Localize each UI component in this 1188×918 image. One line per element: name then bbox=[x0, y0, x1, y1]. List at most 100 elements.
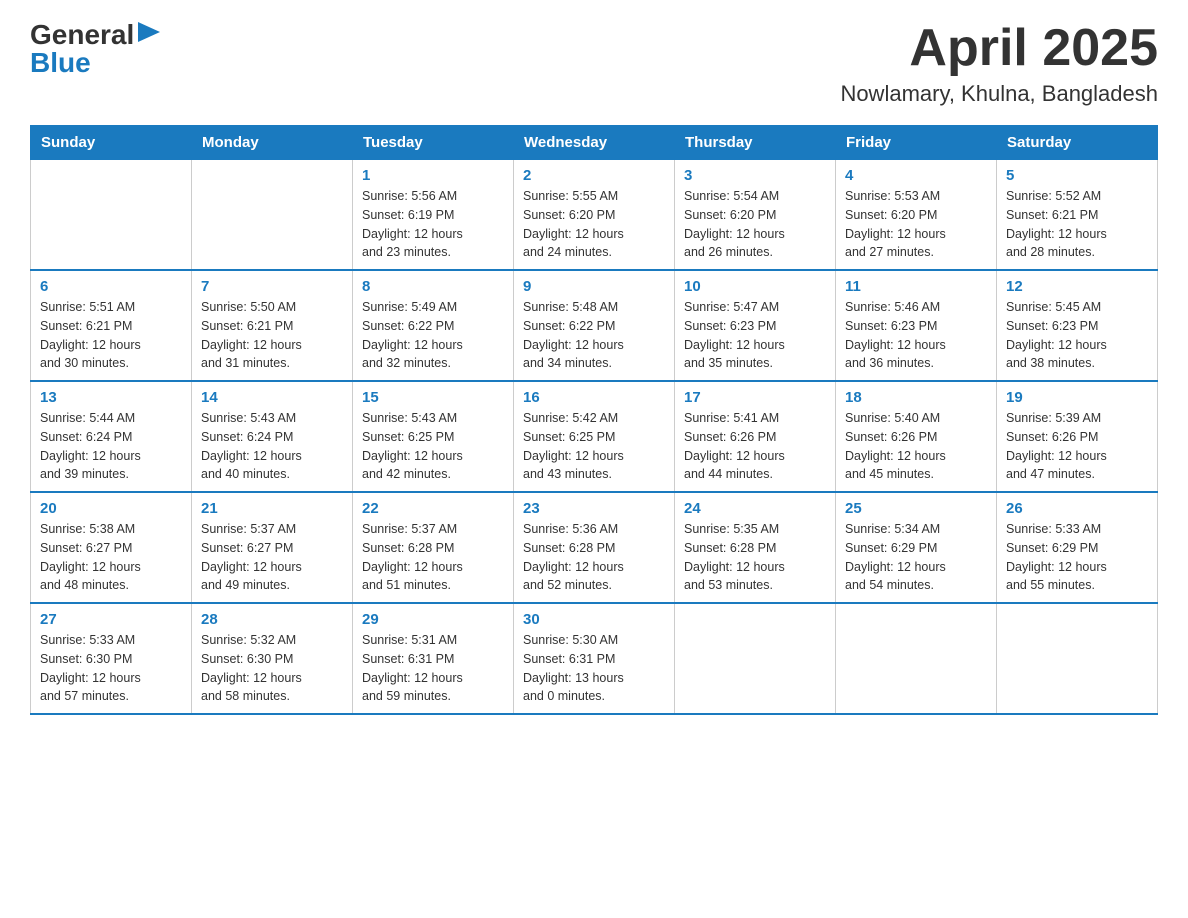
calendar-day-cell: 18 Sunrise: 5:40 AM Sunset: 6:26 PM Dayli… bbox=[836, 381, 997, 492]
day-info: Sunrise: 5:41 AM Sunset: 6:26 PM Dayligh… bbox=[684, 409, 826, 484]
day-info: Sunrise: 5:42 AM Sunset: 6:25 PM Dayligh… bbox=[523, 409, 665, 484]
day-number: 11 bbox=[845, 278, 987, 295]
calendar-day-cell bbox=[31, 160, 192, 271]
day-info: Sunrise: 5:35 AM Sunset: 6:28 PM Dayligh… bbox=[684, 520, 826, 595]
logo-triangle-icon bbox=[138, 22, 160, 44]
day-info: Sunrise: 5:47 AM Sunset: 6:23 PM Dayligh… bbox=[684, 298, 826, 373]
day-info: Sunrise: 5:37 AM Sunset: 6:27 PM Dayligh… bbox=[201, 520, 343, 595]
calendar-day-cell: 9Sunrise: 5:48 AM Sunset: 6:22 PM Daylig… bbox=[514, 270, 675, 381]
day-info: Sunrise: 5:38 AM Sunset: 6:27 PM Dayligh… bbox=[40, 520, 182, 595]
day-number: 12 bbox=[1006, 278, 1148, 295]
calendar-day-cell: 27 Sunrise: 5:33 AM Sunset: 6:30 PM Dayli… bbox=[31, 603, 192, 714]
calendar-day-cell bbox=[997, 603, 1158, 714]
day-info: Sunrise: 5:40 AM Sunset: 6:26 PM Dayligh… bbox=[845, 409, 987, 484]
day-info: Sunrise: 5:44 AM Sunset: 6:24 PM Dayligh… bbox=[40, 409, 182, 484]
month-title: April 2025 bbox=[840, 20, 1158, 77]
weekday-header: Friday bbox=[836, 126, 997, 160]
day-info: Sunrise: 5:55 AM Sunset: 6:20 PM Dayligh… bbox=[523, 187, 665, 262]
day-number: 10 bbox=[684, 278, 826, 295]
calendar-day-cell: 26 Sunrise: 5:33 AM Sunset: 6:29 PM Dayli… bbox=[997, 492, 1158, 603]
day-info: Sunrise: 5:39 AM Sunset: 6:26 PM Dayligh… bbox=[1006, 409, 1148, 484]
day-number: 8 bbox=[362, 278, 504, 295]
calendar-day-cell: 28 Sunrise: 5:32 AM Sunset: 6:30 PM Dayli… bbox=[192, 603, 353, 714]
day-number: 15 bbox=[362, 389, 504, 406]
day-number: 24 bbox=[684, 500, 826, 517]
calendar-day-cell: 2 Sunrise: 5:55 AM Sunset: 6:20 PM Daylig… bbox=[514, 160, 675, 271]
day-number: 18 bbox=[845, 389, 987, 406]
calendar-day-cell: 10 Sunrise: 5:47 AM Sunset: 6:23 PM Dayli… bbox=[675, 270, 836, 381]
calendar-day-cell: 1 Sunrise: 5:56 AM Sunset: 6:19 PM Daylig… bbox=[353, 160, 514, 271]
weekday-header: Saturday bbox=[997, 126, 1158, 160]
day-info: Sunrise: 5:48 AM Sunset: 6:22 PM Dayligh… bbox=[523, 298, 665, 373]
calendar-day-cell bbox=[675, 603, 836, 714]
day-number: 16 bbox=[523, 389, 665, 406]
day-number: 20 bbox=[40, 500, 182, 517]
calendar-day-cell: 6 Sunrise: 5:51 AM Sunset: 6:21 PM Daylig… bbox=[31, 270, 192, 381]
calendar-day-cell bbox=[836, 603, 997, 714]
weekday-header: Sunday bbox=[31, 126, 192, 160]
day-info: Sunrise: 5:49 AM Sunset: 6:22 PM Dayligh… bbox=[362, 298, 504, 373]
day-info: Sunrise: 5:33 AM Sunset: 6:29 PM Dayligh… bbox=[1006, 520, 1148, 595]
day-info: Sunrise: 5:50 AM Sunset: 6:21 PM Dayligh… bbox=[201, 298, 343, 373]
calendar-day-cell: 12 Sunrise: 5:45 AM Sunset: 6:23 PM Dayli… bbox=[997, 270, 1158, 381]
day-number: 28 bbox=[201, 611, 343, 628]
weekday-header: Tuesday bbox=[353, 126, 514, 160]
day-number: 27 bbox=[40, 611, 182, 628]
day-info: Sunrise: 5:31 AM Sunset: 6:31 PM Dayligh… bbox=[362, 631, 504, 706]
weekday-header: Wednesday bbox=[514, 126, 675, 160]
calendar-table: SundayMondayTuesdayWednesdayThursdayFrid… bbox=[30, 125, 1158, 715]
day-number: 25 bbox=[845, 500, 987, 517]
day-number: 26 bbox=[1006, 500, 1148, 517]
day-number: 6 bbox=[40, 278, 182, 295]
calendar-day-cell bbox=[192, 160, 353, 271]
day-info: Sunrise: 5:37 AM Sunset: 6:28 PM Dayligh… bbox=[362, 520, 504, 595]
day-info: Sunrise: 5:43 AM Sunset: 6:25 PM Dayligh… bbox=[362, 409, 504, 484]
calendar-day-cell: 21 Sunrise: 5:37 AM Sunset: 6:27 PM Dayli… bbox=[192, 492, 353, 603]
calendar-day-cell: 3Sunrise: 5:54 AM Sunset: 6:20 PM Daylig… bbox=[675, 160, 836, 271]
calendar-week-row: 1 Sunrise: 5:56 AM Sunset: 6:19 PM Daylig… bbox=[31, 160, 1158, 271]
title-area: April 2025 Nowlamary, Khulna, Bangladesh bbox=[840, 20, 1158, 107]
day-info: Sunrise: 5:56 AM Sunset: 6:19 PM Dayligh… bbox=[362, 187, 504, 262]
weekday-header: Monday bbox=[192, 126, 353, 160]
day-number: 4 bbox=[845, 167, 987, 184]
day-info: Sunrise: 5:54 AM Sunset: 6:20 PM Dayligh… bbox=[684, 187, 826, 262]
calendar-day-cell: 22 Sunrise: 5:37 AM Sunset: 6:28 PM Dayli… bbox=[353, 492, 514, 603]
day-info: Sunrise: 5:51 AM Sunset: 6:21 PM Dayligh… bbox=[40, 298, 182, 373]
day-number: 1 bbox=[362, 167, 504, 184]
calendar-day-cell: 25 Sunrise: 5:34 AM Sunset: 6:29 PM Dayli… bbox=[836, 492, 997, 603]
day-number: 22 bbox=[362, 500, 504, 517]
calendar-week-row: 20 Sunrise: 5:38 AM Sunset: 6:27 PM Dayli… bbox=[31, 492, 1158, 603]
day-info: Sunrise: 5:33 AM Sunset: 6:30 PM Dayligh… bbox=[40, 631, 182, 706]
logo: General Blue bbox=[30, 20, 160, 77]
weekday-header: Thursday bbox=[675, 126, 836, 160]
day-number: 21 bbox=[201, 500, 343, 517]
day-info: Sunrise: 5:43 AM Sunset: 6:24 PM Dayligh… bbox=[201, 409, 343, 484]
calendar-day-cell: 19Sunrise: 5:39 AM Sunset: 6:26 PM Dayli… bbox=[997, 381, 1158, 492]
calendar-day-cell: 29Sunrise: 5:31 AM Sunset: 6:31 PM Dayli… bbox=[353, 603, 514, 714]
day-number: 7 bbox=[201, 278, 343, 295]
day-info: Sunrise: 5:45 AM Sunset: 6:23 PM Dayligh… bbox=[1006, 298, 1148, 373]
day-info: Sunrise: 5:34 AM Sunset: 6:29 PM Dayligh… bbox=[845, 520, 987, 595]
calendar-day-cell: 4 Sunrise: 5:53 AM Sunset: 6:20 PM Daylig… bbox=[836, 160, 997, 271]
calendar-header-row: SundayMondayTuesdayWednesdayThursdayFrid… bbox=[31, 126, 1158, 160]
day-number: 30 bbox=[523, 611, 665, 628]
day-info: Sunrise: 5:53 AM Sunset: 6:20 PM Dayligh… bbox=[845, 187, 987, 262]
page-header: General Blue April 2025 Nowlamary, Khuln… bbox=[30, 20, 1158, 107]
calendar-day-cell: 17Sunrise: 5:41 AM Sunset: 6:26 PM Dayli… bbox=[675, 381, 836, 492]
location-title: Nowlamary, Khulna, Bangladesh bbox=[840, 81, 1158, 107]
day-info: Sunrise: 5:30 AM Sunset: 6:31 PM Dayligh… bbox=[523, 631, 665, 706]
day-info: Sunrise: 5:36 AM Sunset: 6:28 PM Dayligh… bbox=[523, 520, 665, 595]
calendar-day-cell: 11 Sunrise: 5:46 AM Sunset: 6:23 PM Dayli… bbox=[836, 270, 997, 381]
day-number: 2 bbox=[523, 167, 665, 184]
day-info: Sunrise: 5:32 AM Sunset: 6:30 PM Dayligh… bbox=[201, 631, 343, 706]
day-info: Sunrise: 5:46 AM Sunset: 6:23 PM Dayligh… bbox=[845, 298, 987, 373]
calendar-day-cell: 8 Sunrise: 5:49 AM Sunset: 6:22 PM Daylig… bbox=[353, 270, 514, 381]
calendar-day-cell: 13 Sunrise: 5:44 AM Sunset: 6:24 PM Dayli… bbox=[31, 381, 192, 492]
calendar-week-row: 13 Sunrise: 5:44 AM Sunset: 6:24 PM Dayli… bbox=[31, 381, 1158, 492]
calendar-day-cell: 5Sunrise: 5:52 AM Sunset: 6:21 PM Daylig… bbox=[997, 160, 1158, 271]
day-number: 13 bbox=[40, 389, 182, 406]
calendar-day-cell: 7 Sunrise: 5:50 AM Sunset: 6:21 PM Daylig… bbox=[192, 270, 353, 381]
calendar-day-cell: 20 Sunrise: 5:38 AM Sunset: 6:27 PM Dayli… bbox=[31, 492, 192, 603]
calendar-day-cell: 24 Sunrise: 5:35 AM Sunset: 6:28 PM Dayli… bbox=[675, 492, 836, 603]
day-info: Sunrise: 5:52 AM Sunset: 6:21 PM Dayligh… bbox=[1006, 187, 1148, 262]
